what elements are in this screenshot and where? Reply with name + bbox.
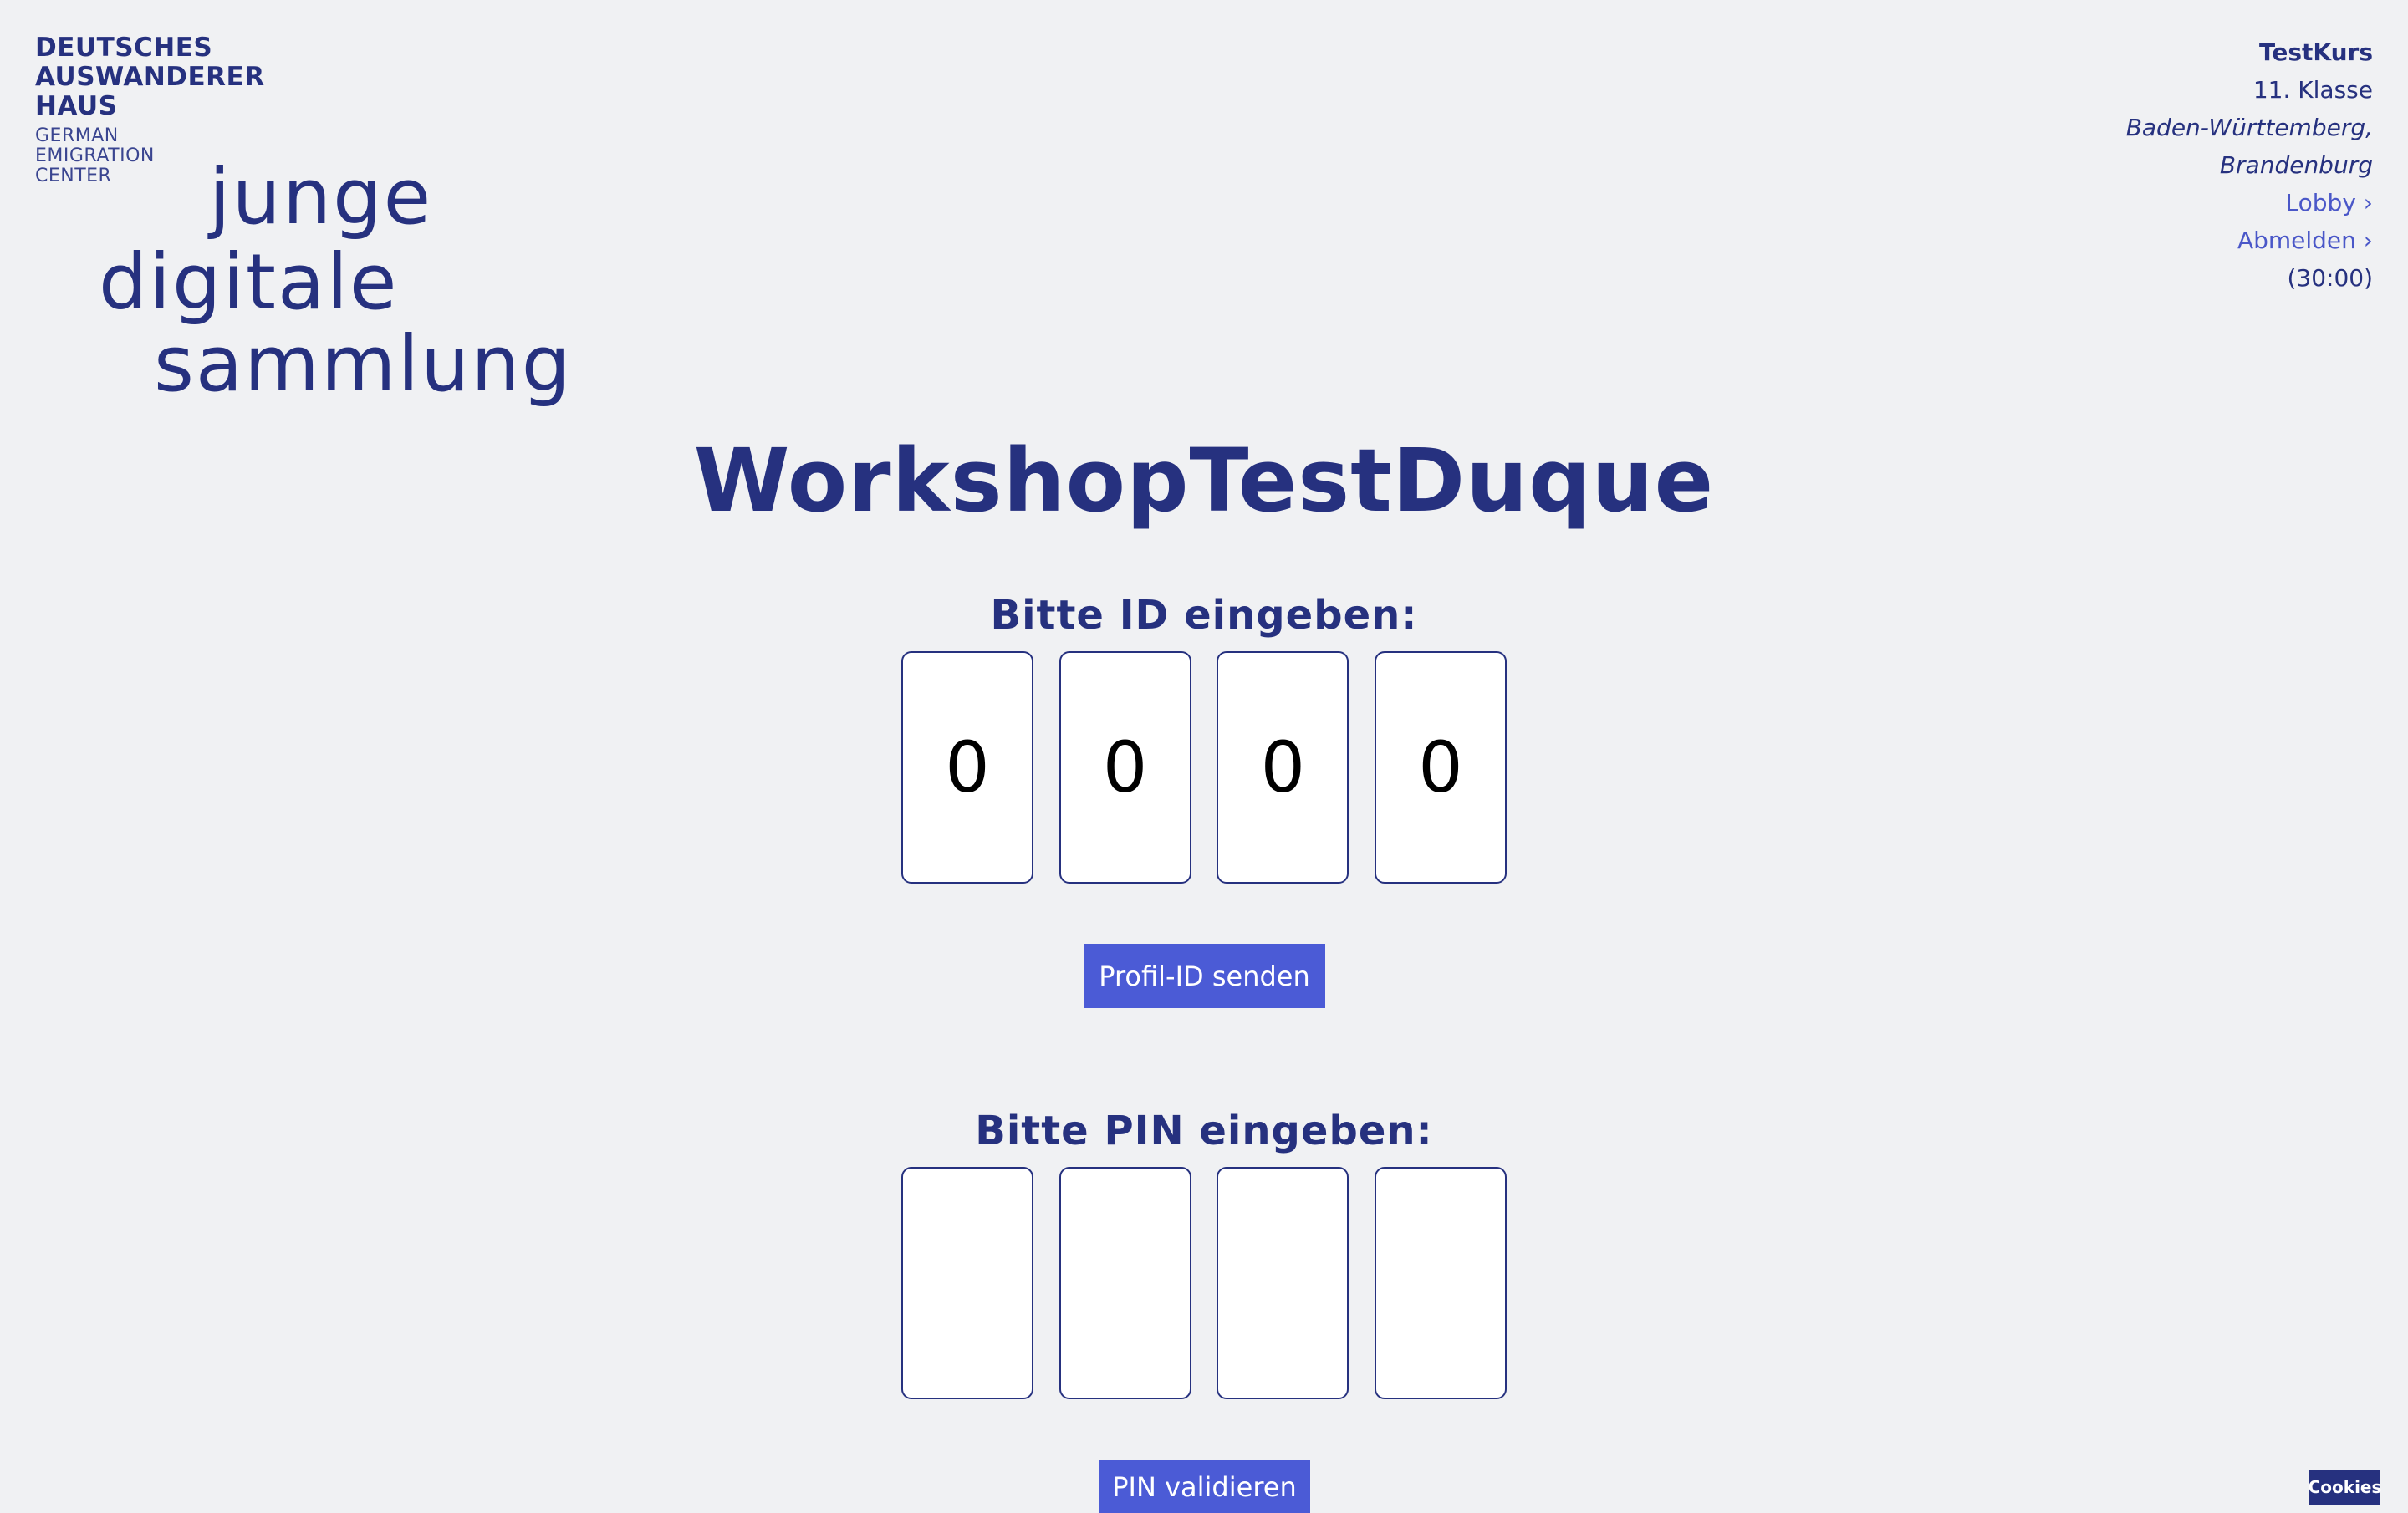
cookies-button[interactable]: Cookies bbox=[2309, 1470, 2381, 1505]
page-title: WorkshopTestDuque bbox=[693, 430, 1715, 532]
brand-line-1: DEUTSCHES bbox=[35, 33, 213, 63]
pin-digit-input-1[interactable] bbox=[901, 1167, 1033, 1399]
logo-word-junge: junge bbox=[209, 152, 433, 242]
logout-link[interactable]: Abmelden › bbox=[2126, 222, 2373, 259]
pin-prompt: Bitte PIN eingeben: bbox=[975, 1108, 1433, 1154]
logo-word-digitale: digitale bbox=[99, 237, 399, 327]
logo-word-sammlung: sammlung bbox=[154, 319, 573, 409]
pin-digit-input-4[interactable] bbox=[1374, 1167, 1507, 1399]
grade-label: 11. Klasse bbox=[2252, 76, 2373, 104]
id-digit-input-4[interactable]: 0 bbox=[1374, 651, 1507, 884]
pin-digit-input-3[interactable] bbox=[1217, 1167, 1349, 1399]
id-prompt: Bitte ID eingeben: bbox=[990, 592, 1418, 639]
brand-line-2: AUSWANDERER bbox=[35, 62, 265, 92]
lobby-link[interactable]: Lobby › bbox=[2126, 184, 2373, 222]
id-digit-input-3[interactable]: 0 bbox=[1217, 651, 1349, 884]
pin-digit-input-2[interactable] bbox=[1059, 1167, 1191, 1399]
session-info: TestKurs 11. Klasse Baden-Württemberg, B… bbox=[2126, 33, 2373, 297]
session-timer: (30:00) bbox=[2287, 264, 2373, 292]
course-name: TestKurs bbox=[2258, 38, 2373, 66]
id-digit-group: 0 0 0 0 bbox=[901, 651, 1507, 885]
send-profile-id-button[interactable]: Profil-ID senden bbox=[1084, 944, 1325, 1008]
states-line-2: Brandenburg bbox=[2219, 151, 2373, 179]
brand-sub-line-1: GERMAN bbox=[35, 125, 119, 146]
id-digit-input-2[interactable]: 0 bbox=[1059, 651, 1191, 884]
brand-line-3: HAUS bbox=[35, 91, 118, 121]
pin-digit-group bbox=[901, 1167, 1507, 1401]
id-digit-input-1[interactable]: 0 bbox=[901, 651, 1033, 884]
states-line-1: Baden-Württemberg, bbox=[2125, 114, 2373, 141]
validate-pin-button[interactable]: PIN validieren bbox=[1099, 1460, 1310, 1513]
